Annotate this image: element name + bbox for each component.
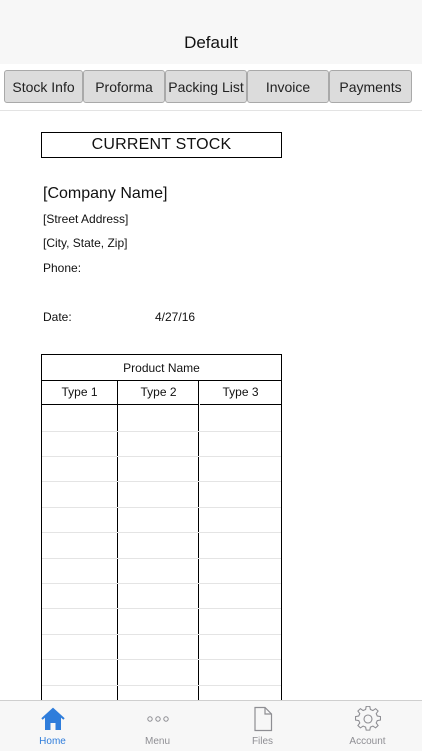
table-row [42, 583, 281, 584]
tabbar-files[interactable]: Files [210, 701, 315, 751]
tabbar-account-label: Account [349, 736, 386, 747]
column-divider [117, 380, 118, 700]
document-title: CURRENT STOCK [41, 132, 282, 158]
table-row [42, 608, 281, 609]
table-row [42, 507, 281, 508]
home-icon [40, 706, 66, 737]
date-value: 4/27/16 [155, 310, 196, 324]
tabbar-menu[interactable]: Menu [105, 701, 210, 751]
table-header-product-name: Product Name [42, 355, 281, 381]
tabbar-menu-label: Menu [144, 736, 170, 747]
document-tabs: Stock Info Proforma Packing List Invoice… [0, 64, 422, 111]
table-row [42, 659, 281, 660]
column-header-type-3: Type 3 [200, 380, 281, 405]
tab-payments[interactable]: Payments [329, 70, 412, 103]
tab-stock-info[interactable]: Stock Info [4, 70, 83, 103]
table-row [42, 456, 281, 457]
bottom-tab-bar: Home Menu Files Account [0, 700, 422, 751]
tab-proforma[interactable]: Proforma [83, 70, 165, 103]
table-row [42, 558, 281, 559]
street-address: [Street Address] [43, 212, 129, 226]
column-header-type-1: Type 1 [42, 380, 117, 405]
table-row [42, 634, 281, 635]
tabbar-files-label: Files [251, 736, 274, 747]
stock-table: Product Name Type 1 Type 2 Type 3 [41, 354, 282, 700]
table-row [42, 532, 281, 533]
more-icon [146, 711, 170, 729]
document-page: CURRENT STOCK [Company Name] [Street Add… [0, 111, 422, 700]
column-header-type-2: Type 2 [118, 380, 199, 405]
tabbar-home[interactable]: Home [0, 701, 105, 751]
tab-invoice[interactable]: Invoice [247, 70, 329, 103]
table-row [42, 431, 281, 432]
phone-label: Phone: [43, 261, 82, 275]
tabbar-account[interactable]: Account [315, 701, 420, 751]
company-name: [Company Name] [43, 185, 168, 202]
tabbar-home-label: Home [39, 736, 66, 747]
tab-packing-list[interactable]: Packing List [165, 70, 247, 103]
table-row [42, 481, 281, 482]
page-title: Default [184, 33, 238, 52]
city-state-zip: [City, State, Zip] [43, 236, 128, 250]
navigation-bar: Default [0, 0, 422, 65]
table-row [42, 685, 281, 686]
column-divider [198, 380, 199, 700]
gear-icon [354, 705, 381, 737]
date-label: Date: [43, 310, 72, 324]
file-icon [252, 706, 274, 737]
